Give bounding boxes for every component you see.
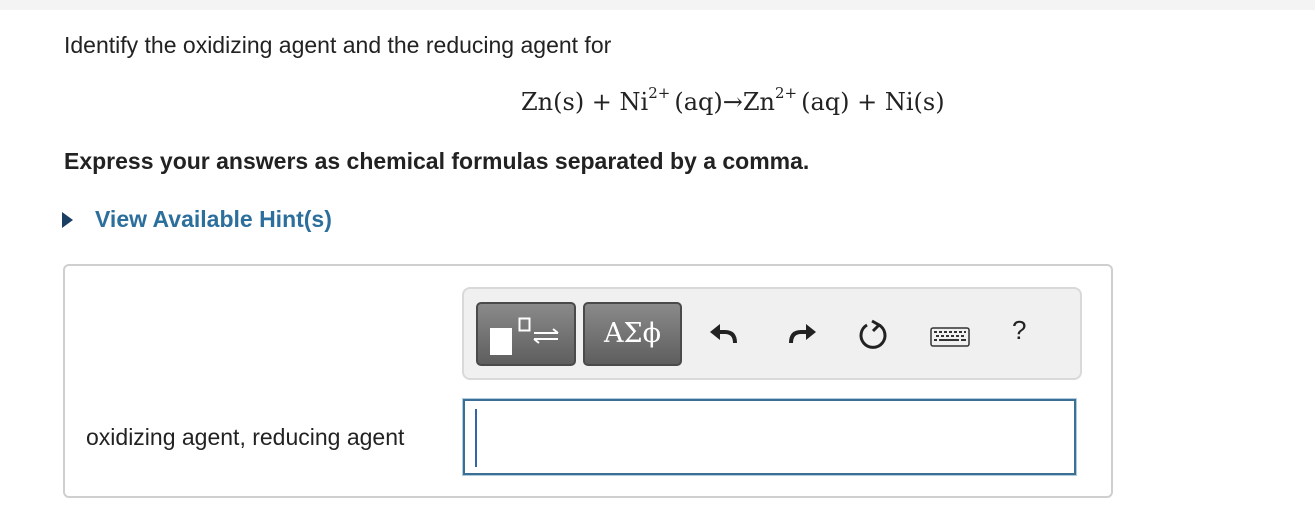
answer-label: oxidizing agent, reducing agent — [86, 424, 405, 450]
hint-toggle[interactable]: View Available Hint(s) — [62, 206, 332, 233]
top-strip — [0, 0, 1315, 10]
equation-part-1: Zn(s) + Ni — [521, 88, 649, 116]
help-icon[interactable]: ? — [1012, 315, 1026, 346]
redo-icon[interactable] — [788, 317, 818, 349]
equation-part-2: (aq)→Zn — [674, 88, 775, 116]
math-toolbar: ΑΣϕ ? — [462, 287, 1082, 380]
equation-charge-1: 2+ — [648, 84, 671, 102]
reset-icon[interactable] — [857, 319, 889, 351]
question-prompt: Identify the oxidizing agent and the red… — [64, 32, 612, 58]
equation-part-3: (aq) + Ni(s) — [801, 88, 945, 116]
chemical-equation: Zn(s) + Ni2+ (aq)→Zn2+ (aq) + Ni(s) — [521, 86, 945, 117]
undo-icon[interactable] — [708, 317, 738, 349]
expand-triangle-icon — [62, 211, 73, 228]
keyboard-icon[interactable] — [930, 327, 970, 349]
templates-icon — [490, 317, 559, 355]
text-caret — [475, 409, 477, 467]
equation-charge-2: 2+ — [774, 84, 798, 102]
answer-input[interactable] — [463, 399, 1076, 475]
hint-link[interactable]: View Available Hint(s) — [95, 206, 332, 233]
symbols-button[interactable]: ΑΣϕ — [583, 302, 682, 366]
answer-instruction: Express your answers as chemical formula… — [64, 148, 810, 174]
symbols-label: ΑΣϕ — [604, 318, 661, 349]
templates-button[interactable] — [476, 302, 576, 366]
